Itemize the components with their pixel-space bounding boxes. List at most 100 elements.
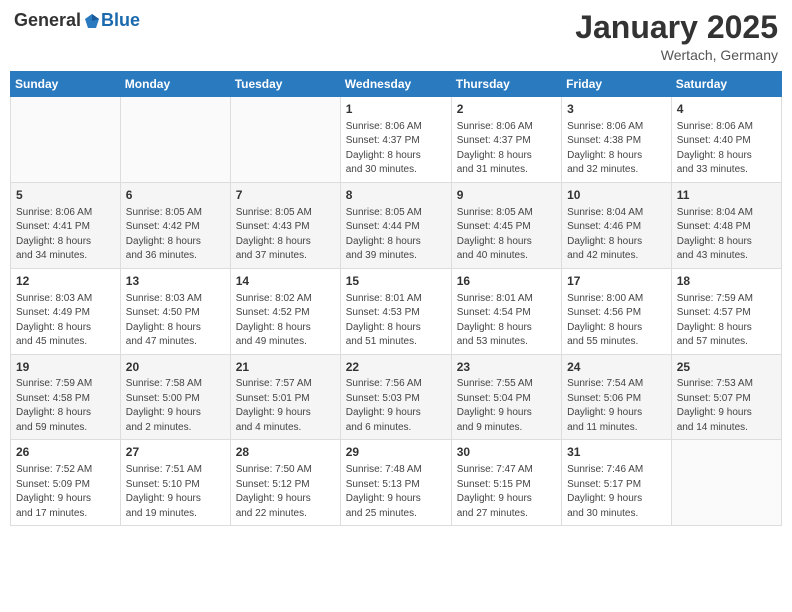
weekday-header-monday: Monday: [120, 72, 230, 97]
day-number: 24: [567, 359, 666, 376]
day-number: 18: [677, 273, 776, 290]
day-info: Sunrise: 7:57 AMSunset: 5:01 PMDaylight:…: [236, 377, 335, 435]
day-info: Sunrise: 7:59 AMSunset: 4:57 PMDaylight:…: [677, 292, 776, 350]
page: General Blue January 2025 Wertach, Germa…: [0, 0, 792, 612]
day-cell: 12 Sunrise: 8:03 AMSunset: 4:49 PMDayligh…: [11, 268, 121, 354]
day-info: Sunrise: 7:54 AMSunset: 5:06 PMDaylight:…: [567, 377, 666, 435]
day-info: Sunrise: 8:01 AMSunset: 4:54 PMDaylight:…: [457, 292, 556, 350]
day-number: 3: [567, 101, 666, 118]
day-number: 14: [236, 273, 335, 290]
day-number: 28: [236, 444, 335, 461]
week-row-5: 26Sunrise: 7:52 AMSunset: 5:09 PMDayligh…: [11, 440, 782, 526]
day-cell: 21Sunrise: 7:57 AMSunset: 5:01 PMDayligh…: [230, 354, 340, 440]
day-number: 22: [346, 359, 446, 376]
day-number: 1: [346, 101, 446, 118]
day-info: Sunrise: 8:06 AMSunset: 4:41 PMDaylight:…: [16, 206, 115, 264]
day-cell: 14 Sunrise: 8:02 AMSunset: 4:52 PMDayligh…: [230, 268, 340, 354]
day-cell: 28 Sunrise: 7:50 AMSunset: 5:12 PMDayligh…: [230, 440, 340, 526]
day-cell: 1 Sunrise: 8:06 AMSunset: 4:37 PMDaylight…: [340, 97, 451, 183]
day-number: 23: [457, 359, 556, 376]
day-number: 13: [126, 273, 225, 290]
day-info: Sunrise: 8:01 AMSunset: 4:53 PMDaylight:…: [346, 292, 446, 350]
day-cell: 22Sunrise: 7:56 AMSunset: 5:03 PMDayligh…: [340, 354, 451, 440]
day-cell: 20Sunrise: 7:58 AMSunset: 5:00 PMDayligh…: [120, 354, 230, 440]
day-info: Sunrise: 7:51 AMSunset: 5:10 PMDaylight:…: [126, 463, 225, 521]
day-info: Sunrise: 8:06 AMSunset: 4:37 PMDaylight:…: [457, 120, 556, 178]
weekday-header-thursday: Thursday: [451, 72, 561, 97]
day-cell: 26Sunrise: 7:52 AMSunset: 5:09 PMDayligh…: [11, 440, 121, 526]
day-info: Sunrise: 8:02 AMSunset: 4:52 PMDaylight:…: [236, 292, 335, 350]
week-row-3: 12 Sunrise: 8:03 AMSunset: 4:49 PMDayligh…: [11, 268, 782, 354]
day-info: Sunrise: 7:50 AMSunset: 5:12 PMDaylight:…: [236, 463, 335, 521]
day-info: Sunrise: 8:03 AMSunset: 4:50 PMDaylight:…: [126, 292, 225, 350]
weekday-header-tuesday: Tuesday: [230, 72, 340, 97]
weekday-header-saturday: Saturday: [671, 72, 781, 97]
day-info: Sunrise: 8:06 AMSunset: 4:38 PMDaylight:…: [567, 120, 666, 178]
day-number: 29: [346, 444, 446, 461]
weekday-header-sunday: Sunday: [11, 72, 121, 97]
day-cell: 25Sunrise: 7:53 AMSunset: 5:07 PMDayligh…: [671, 354, 781, 440]
day-number: 9: [457, 187, 556, 204]
day-info: Sunrise: 7:46 AMSunset: 5:17 PMDaylight:…: [567, 463, 666, 521]
day-cell: 9 Sunrise: 8:05 AMSunset: 4:45 PMDaylight…: [451, 182, 561, 268]
day-cell: 13 Sunrise: 8:03 AMSunset: 4:50 PMDayligh…: [120, 268, 230, 354]
day-number: 5: [16, 187, 115, 204]
weekday-header-row: SundayMondayTuesdayWednesdayThursdayFrid…: [11, 72, 782, 97]
day-cell: 2 Sunrise: 8:06 AMSunset: 4:37 PMDaylight…: [451, 97, 561, 183]
day-cell: 18 Sunrise: 7:59 AMSunset: 4:57 PMDayligh…: [671, 268, 781, 354]
day-info: Sunrise: 7:47 AMSunset: 5:15 PMDaylight:…: [457, 463, 556, 521]
day-cell: 3 Sunrise: 8:06 AMSunset: 4:38 PMDaylight…: [562, 97, 672, 183]
day-cell: 30Sunrise: 7:47 AMSunset: 5:15 PMDayligh…: [451, 440, 561, 526]
day-number: 7: [236, 187, 335, 204]
logo-blue-text: Blue: [101, 10, 140, 31]
day-info: Sunrise: 7:58 AMSunset: 5:00 PMDaylight:…: [126, 377, 225, 435]
week-row-2: 5 Sunrise: 8:06 AMSunset: 4:41 PMDaylight…: [11, 182, 782, 268]
day-info: Sunrise: 8:06 AMSunset: 4:40 PMDaylight:…: [677, 120, 776, 178]
day-cell: [120, 97, 230, 183]
day-number: 2: [457, 101, 556, 118]
day-cell: 5 Sunrise: 8:06 AMSunset: 4:41 PMDaylight…: [11, 182, 121, 268]
month-title: January 2025: [575, 10, 778, 45]
day-cell: 6 Sunrise: 8:05 AMSunset: 4:42 PMDaylight…: [120, 182, 230, 268]
title-section: January 2025 Wertach, Germany: [575, 10, 778, 63]
day-cell: 27 Sunrise: 7:51 AMSunset: 5:10 PMDayligh…: [120, 440, 230, 526]
day-cell: 19Sunrise: 7:59 AMSunset: 4:58 PMDayligh…: [11, 354, 121, 440]
day-cell: 4 Sunrise: 8:06 AMSunset: 4:40 PMDaylight…: [671, 97, 781, 183]
day-info: Sunrise: 8:05 AMSunset: 4:43 PMDaylight:…: [236, 206, 335, 264]
weekday-header-friday: Friday: [562, 72, 672, 97]
location: Wertach, Germany: [575, 47, 778, 63]
day-info: Sunrise: 8:04 AMSunset: 4:48 PMDaylight:…: [677, 206, 776, 264]
day-cell: 10 Sunrise: 8:04 AMSunset: 4:46 PMDayligh…: [562, 182, 672, 268]
day-number: 20: [126, 359, 225, 376]
day-cell: [11, 97, 121, 183]
day-info: Sunrise: 8:04 AMSunset: 4:46 PMDaylight:…: [567, 206, 666, 264]
day-number: 11: [677, 187, 776, 204]
day-number: 25: [677, 359, 776, 376]
day-cell: 31Sunrise: 7:46 AMSunset: 5:17 PMDayligh…: [562, 440, 672, 526]
day-number: 10: [567, 187, 666, 204]
day-number: 16: [457, 273, 556, 290]
day-cell: [671, 440, 781, 526]
day-info: Sunrise: 7:56 AMSunset: 5:03 PMDaylight:…: [346, 377, 446, 435]
header: General Blue January 2025 Wertach, Germa…: [10, 10, 782, 63]
day-cell: 24Sunrise: 7:54 AMSunset: 5:06 PMDayligh…: [562, 354, 672, 440]
day-info: Sunrise: 8:05 AMSunset: 4:42 PMDaylight:…: [126, 206, 225, 264]
day-cell: 15Sunrise: 8:01 AMSunset: 4:53 PMDayligh…: [340, 268, 451, 354]
day-info: Sunrise: 8:06 AMSunset: 4:37 PMDaylight:…: [346, 120, 446, 178]
day-info: Sunrise: 8:03 AMSunset: 4:49 PMDaylight:…: [16, 292, 115, 350]
day-info: Sunrise: 8:05 AMSunset: 4:45 PMDaylight:…: [457, 206, 556, 264]
week-row-4: 19Sunrise: 7:59 AMSunset: 4:58 PMDayligh…: [11, 354, 782, 440]
day-number: 4: [677, 101, 776, 118]
day-number: 12: [16, 273, 115, 290]
logo-flag-icon: [83, 12, 101, 30]
day-number: 6: [126, 187, 225, 204]
day-number: 27: [126, 444, 225, 461]
day-info: Sunrise: 7:55 AMSunset: 5:04 PMDaylight:…: [457, 377, 556, 435]
day-cell: 16 Sunrise: 8:01 AMSunset: 4:54 PMDayligh…: [451, 268, 561, 354]
day-number: 8: [346, 187, 446, 204]
day-cell: 11 Sunrise: 8:04 AMSunset: 4:48 PMDayligh…: [671, 182, 781, 268]
day-number: 26: [16, 444, 115, 461]
logo: General Blue: [14, 10, 140, 31]
day-info: Sunrise: 7:53 AMSunset: 5:07 PMDaylight:…: [677, 377, 776, 435]
day-info: Sunrise: 8:05 AMSunset: 4:44 PMDaylight:…: [346, 206, 446, 264]
